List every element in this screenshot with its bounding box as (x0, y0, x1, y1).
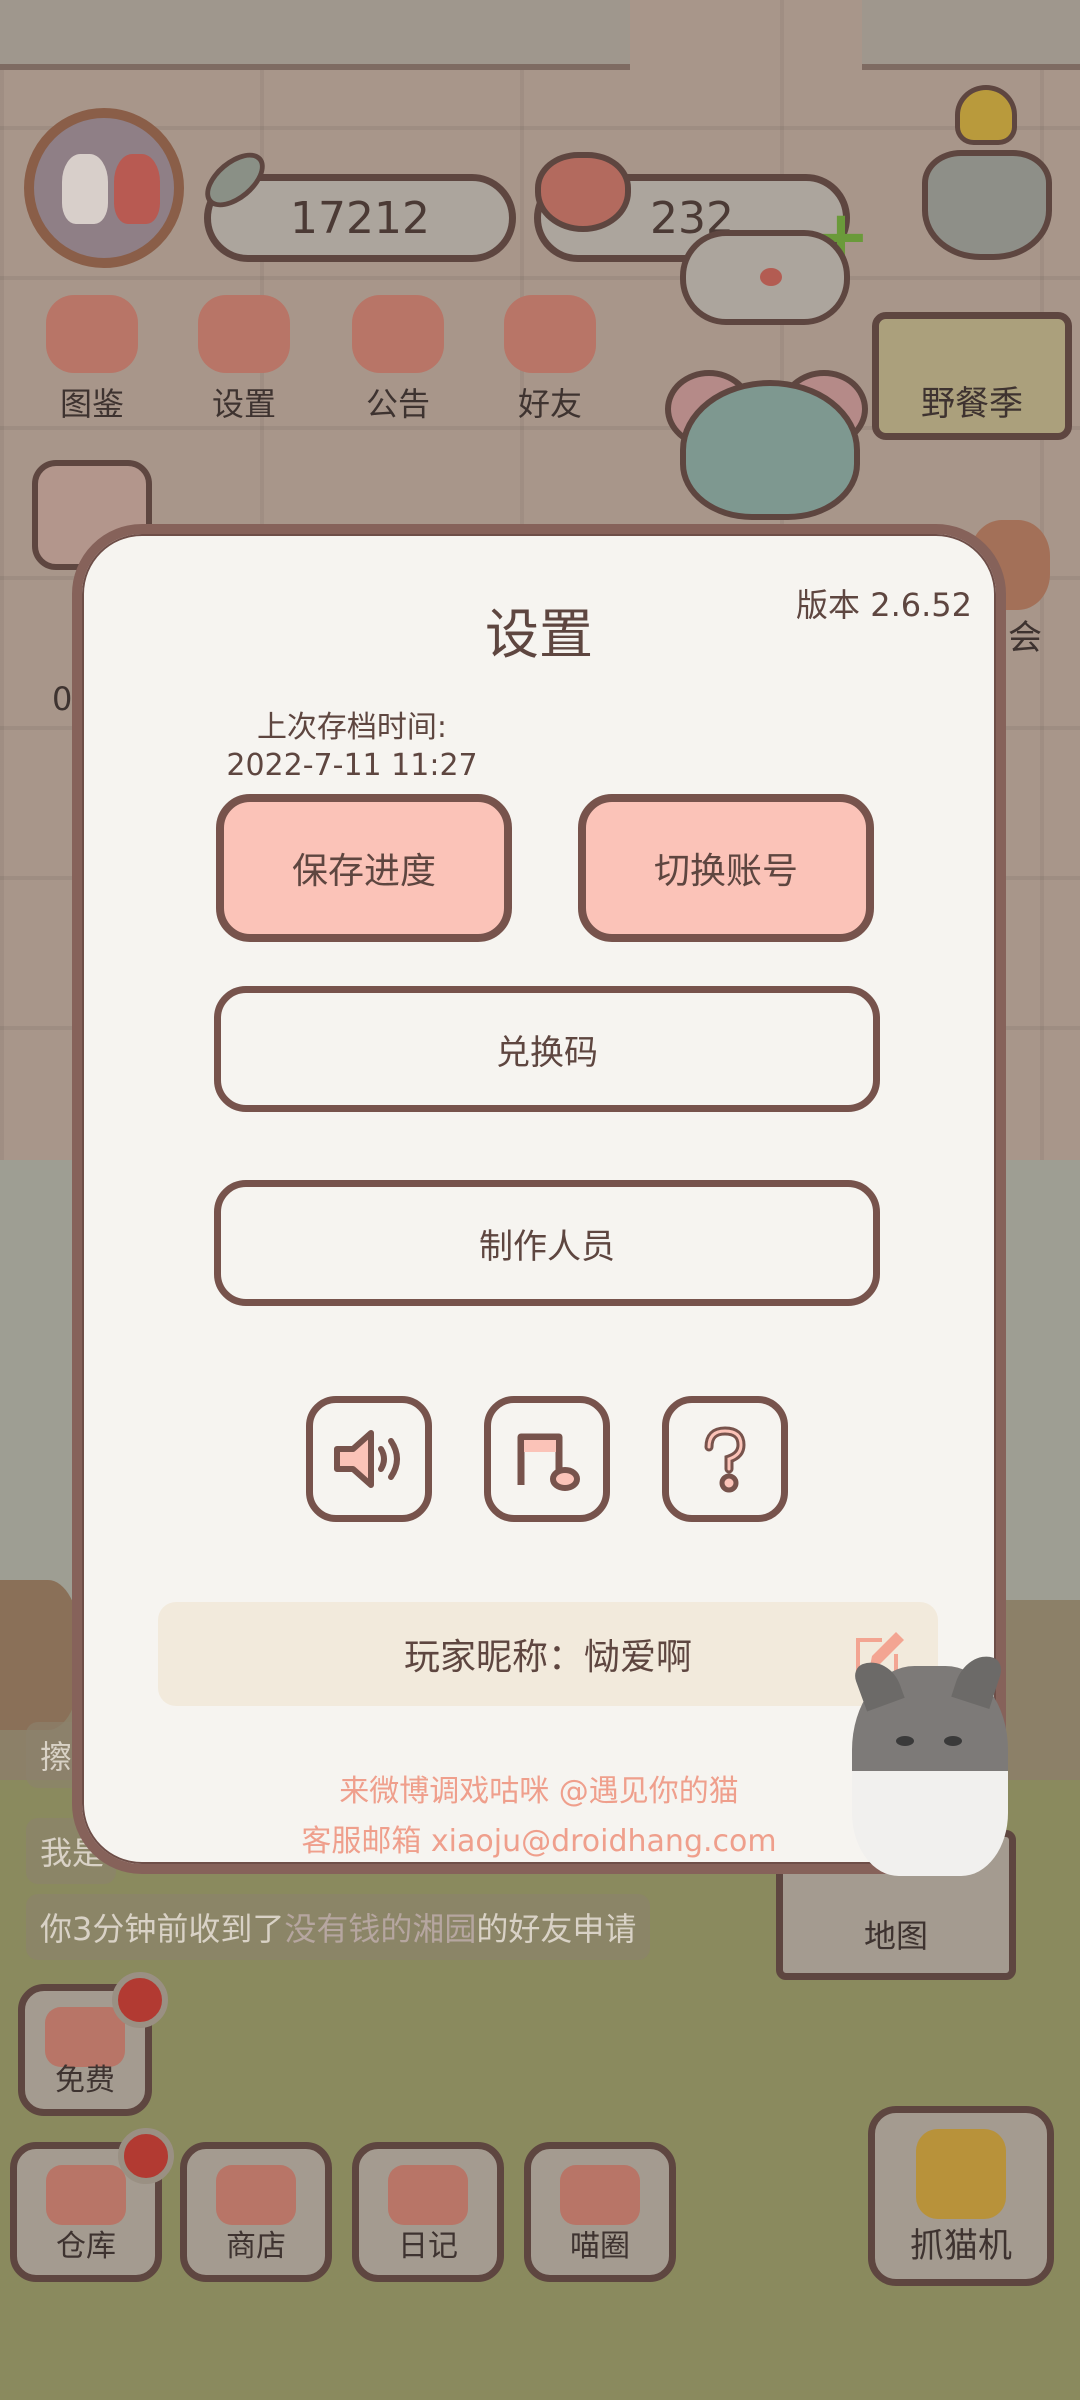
free-badge (112, 1972, 168, 2028)
chat-line-3-prefix: 你3分钟前收到了 (40, 1910, 285, 1948)
claw-label: 抓猫机 (910, 2226, 1012, 2266)
nickname-text: 玩家昵称：恸爱啊 (403, 1637, 692, 1678)
redeem-code-label: 兑换码 (496, 1032, 598, 1073)
heart-icon (535, 152, 631, 232)
credits-button[interactable]: 制作人员 (214, 1180, 880, 1306)
menu-friends[interactable]: 好友 (480, 295, 620, 425)
switch-account-button[interactable]: 切换账号 (578, 794, 874, 942)
credits-label: 制作人员 (479, 1226, 615, 1267)
warehouse-label: 仓库 (56, 2229, 116, 2264)
partial-label-right: 会 (1008, 618, 1042, 658)
chat-line-3: 你3分钟前收到了 没有钱的湘园 的好友申请 (26, 1894, 651, 1960)
picnic-season-banner[interactable]: 野餐季 (872, 312, 1072, 440)
bubble-dot (760, 268, 782, 286)
shop-label: 商店 (226, 2229, 286, 2264)
diary-button[interactable]: 日记 (352, 2142, 504, 2282)
player-avatar[interactable] (24, 108, 184, 268)
last-save-time: 2022-7-11 11:27 (226, 748, 478, 783)
claw-machine-button[interactable]: 抓猫机 (868, 2106, 1054, 2286)
top-wood-panel-left (0, 0, 630, 70)
cat-photo (851, 1649, 1008, 1876)
map-label: 地图 (863, 1917, 928, 1955)
chat-line-3-suffix: 的好友申请 (476, 1910, 637, 1948)
music-note-icon (517, 1433, 580, 1491)
warehouse-badge (118, 2128, 174, 2184)
circle-label: 喵圈 (570, 2229, 630, 2264)
chat-line-3-name[interactable]: 没有钱的湘园 (284, 1904, 476, 1950)
mouse-character (680, 380, 860, 520)
friends-icon (504, 295, 596, 373)
speaker-icon (334, 1430, 400, 1488)
menu-announcement[interactable]: 公告 (328, 295, 468, 425)
menu-friends-label: 好友 (517, 385, 582, 423)
nickname-bar[interactable]: 玩家昵称：恸爱啊 (158, 1602, 938, 1706)
event-label: 野餐季 (921, 384, 1023, 424)
circle-button[interactable]: 喵圈 (524, 2142, 676, 2282)
menu-settings-label: 设置 (211, 385, 276, 423)
music-toggle-button[interactable] (484, 1396, 610, 1522)
shop-button[interactable]: 商店 (180, 2142, 332, 2282)
gear-icon (198, 295, 290, 373)
save-progress-label: 保存进度 (291, 851, 436, 892)
claw-icon (916, 2129, 1006, 2219)
shop-icon (216, 2165, 296, 2225)
gift-icon (352, 295, 444, 373)
last-save-label: 上次存档时间: (256, 710, 448, 745)
cat-head-icon (46, 295, 138, 373)
help-button[interactable] (662, 1396, 788, 1522)
diary-icon (388, 2165, 468, 2225)
sound-toggle-button[interactable] (306, 1396, 432, 1522)
menu-catalog[interactable]: 图鉴 (22, 295, 162, 425)
save-progress-button[interactable]: 保存进度 (216, 794, 512, 942)
version-label: 版本 2.6.52 (796, 586, 972, 624)
cat-character-left (0, 1580, 80, 1730)
switch-account-label: 切换账号 (653, 851, 798, 892)
fish-count: 17212 (290, 192, 430, 244)
menu-announcement-label: 公告 (365, 385, 430, 423)
diary-label: 日记 (398, 2229, 458, 2264)
cat-photo-eye-right (944, 1736, 962, 1746)
cat-photo-eye-left (896, 1736, 914, 1746)
tulip-icon (955, 85, 1017, 145)
question-icon (704, 1426, 746, 1493)
flower-pot-icon[interactable] (922, 150, 1052, 260)
menu-settings[interactable]: 设置 (174, 295, 314, 425)
redeem-code-button[interactable]: 兑换码 (214, 986, 880, 1112)
planet-cat-icon (560, 2165, 640, 2225)
jar-icon (46, 2165, 126, 2225)
avatar-cat-red (114, 154, 160, 224)
top-wood-panel-right (862, 0, 1080, 70)
free-label: 免费 (55, 2063, 115, 2098)
partial-label-left: 0 (52, 680, 73, 718)
avatar-cat-white (62, 154, 108, 224)
chat-line-1-text: 擦 (40, 1738, 73, 1776)
menu-catalog-label: 图鉴 (59, 385, 124, 423)
